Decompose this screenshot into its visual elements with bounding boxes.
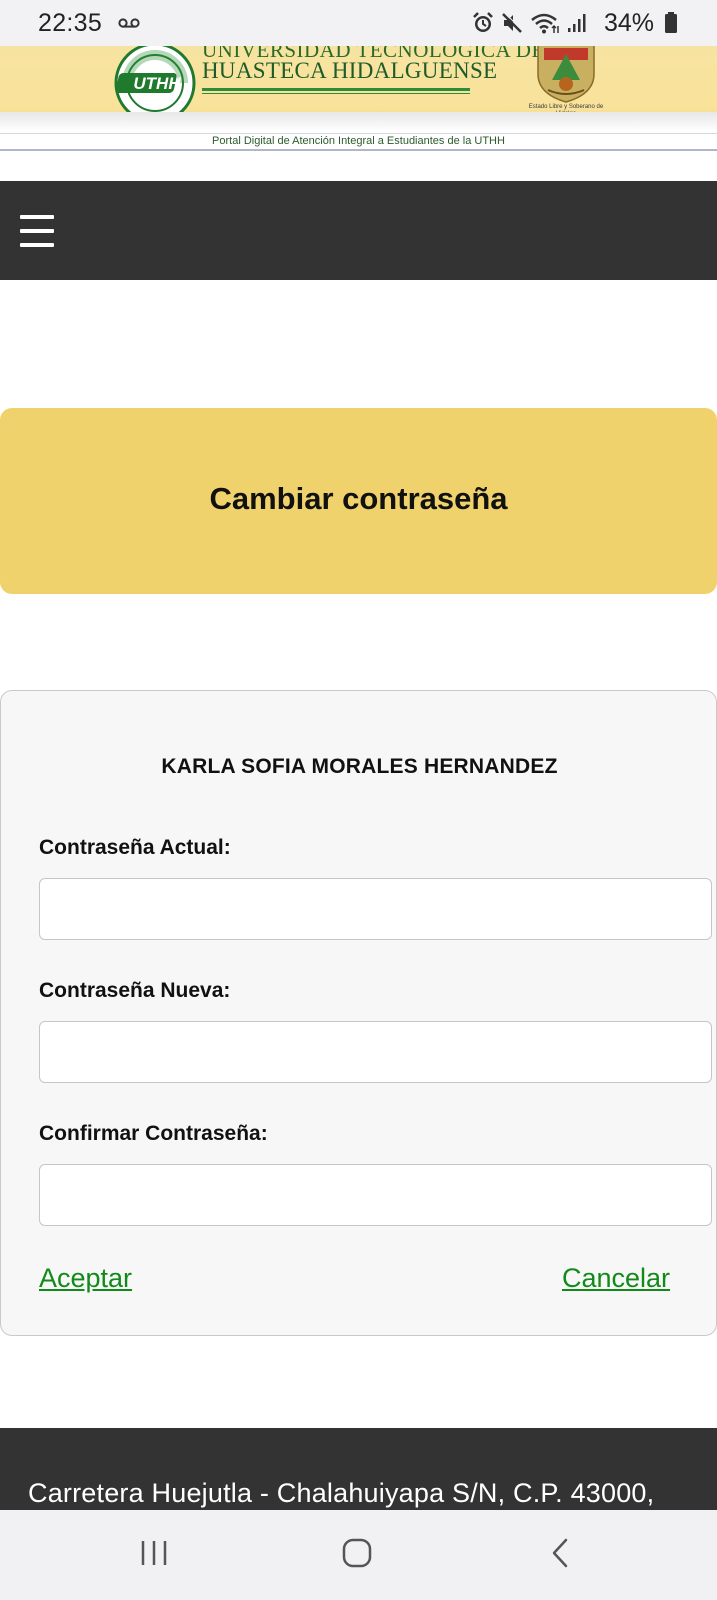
cancel-link[interactable]: Cancelar [562,1263,670,1294]
page-title-card: Cambiar contraseña [0,408,717,594]
back-icon [552,1538,568,1568]
menu-icon[interactable] [20,215,54,247]
new-password-input[interactable] [39,1021,712,1083]
back-button[interactable] [520,1510,600,1600]
accept-link[interactable]: Aceptar [39,1263,132,1294]
footer: Carretera Huejutla - Chalahuiyapa S/N, C… [0,1428,717,1510]
status-bar: 22:35 34% [0,0,717,46]
wifi-icon [531,13,559,34]
alarm-icon [473,12,493,32]
uthh-logo-text: UTHH [133,74,181,93]
confirm-password-label: Confirmar Contraseña: [39,1122,268,1145]
battery-icon [665,12,677,33]
portal-divider-top [0,133,717,134]
current-password-label: Contraseña Actual: [39,836,231,859]
hidalgo-seal-icon [537,46,595,103]
confirm-password-input[interactable] [39,1164,712,1226]
home-icon [342,1538,372,1568]
current-password-input[interactable] [39,878,712,940]
recent-apps-icon [141,1541,167,1565]
new-password-label: Contraseña Nueva: [39,979,231,1002]
banner-underline-thin [202,93,470,94]
recent-apps-button[interactable] [116,1510,196,1600]
voicemail-icon [118,18,140,28]
system-navigation-bar [0,1510,717,1600]
university-name-line2: HUASTECA HIDALGUENSE [202,58,498,83]
signal-icon [568,14,586,32]
change-password-form: KARLA SOFIA MORALES HERNANDEZ Contraseña… [0,690,717,1336]
portal-subtitle: Portal Digital de Atención Integral a Es… [212,135,505,147]
home-button[interactable] [318,1510,398,1600]
footer-address: Carretera Huejutla - Chalahuiyapa S/N, C… [28,1478,655,1508]
status-time: 22:35 [38,9,103,37]
banner-underline [202,88,470,91]
mute-icon [502,12,523,33]
navbar [0,181,717,280]
banner-shadow [0,112,717,132]
student-name: KARLA SOFIA MORALES HERNANDEZ [161,755,558,778]
page-title: Cambiar contraseña [209,481,508,516]
portal-divider [0,149,717,151]
battery-percentage: 34% [604,9,655,37]
